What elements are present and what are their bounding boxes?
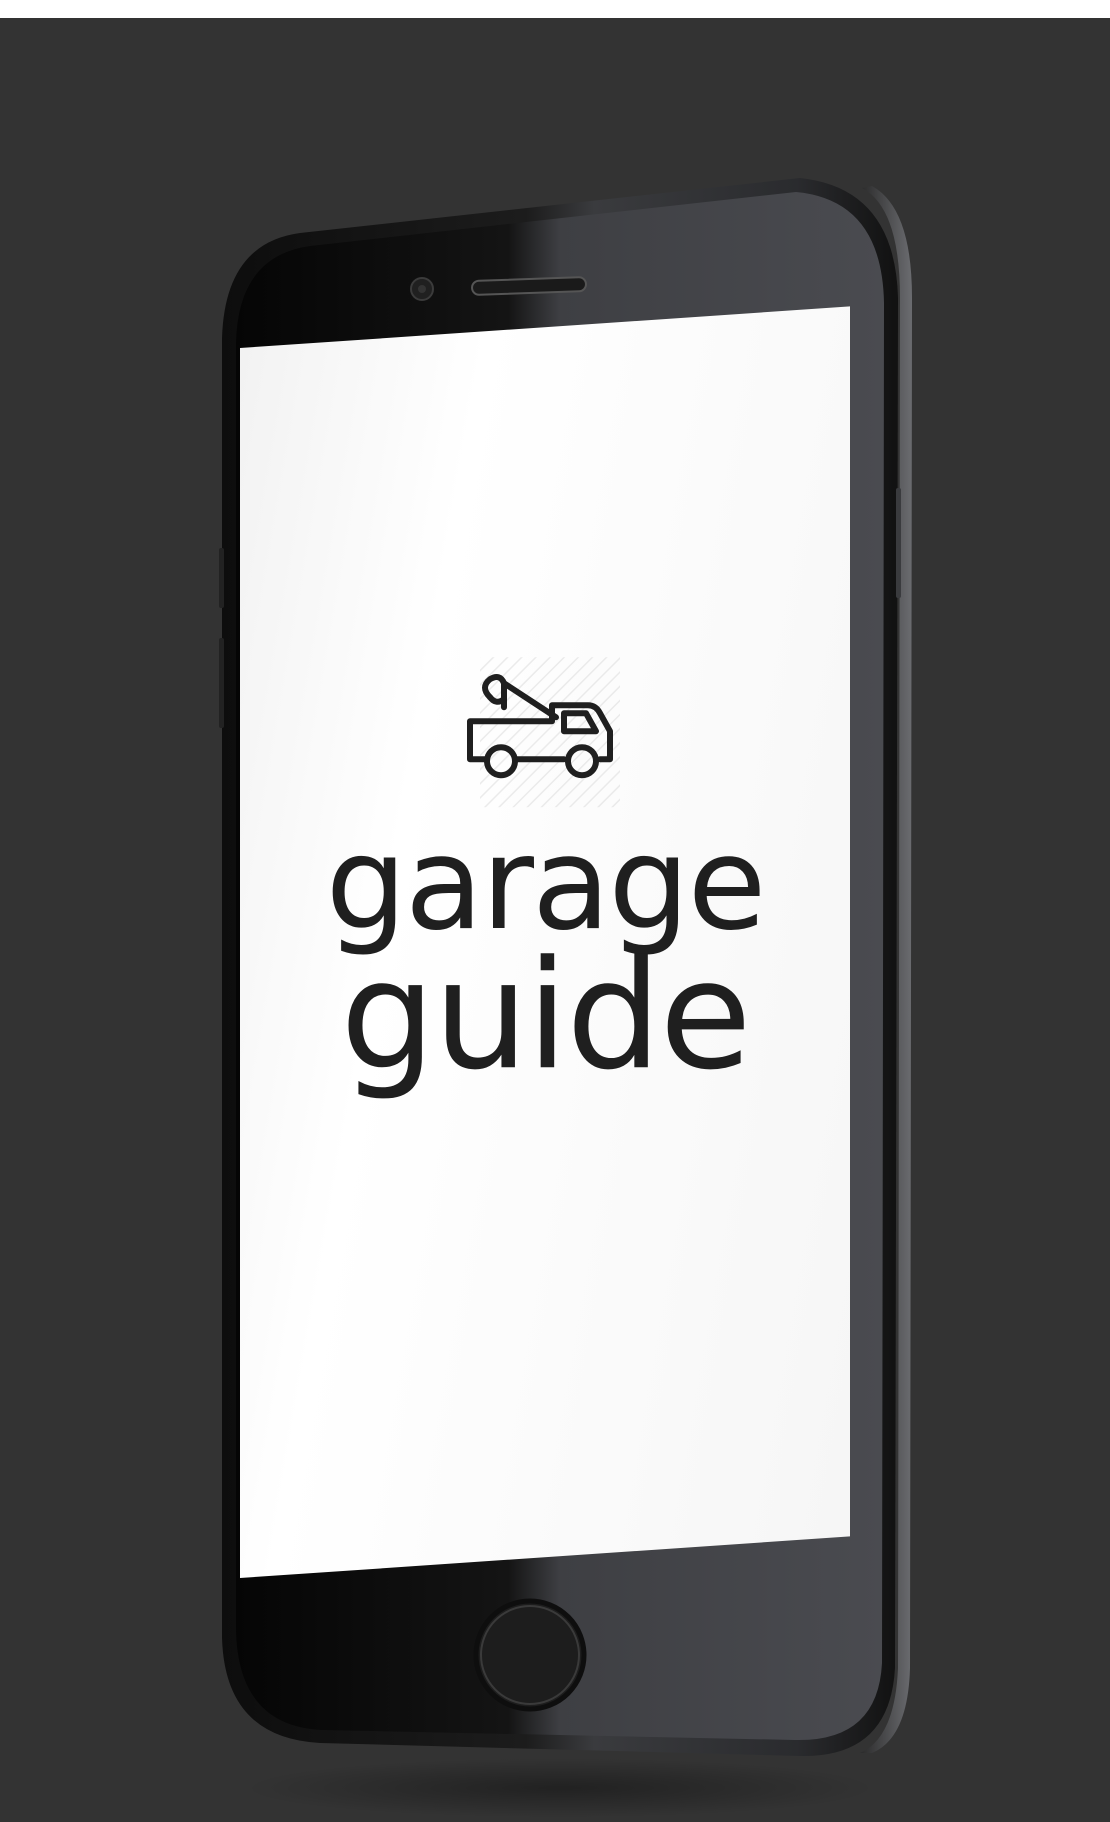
home-button-icon	[473, 1598, 587, 1712]
side-button	[219, 638, 224, 728]
side-button	[896, 488, 901, 598]
side-button	[219, 548, 224, 608]
tow-truck-icon	[467, 657, 620, 808]
mockup-background: garage guide	[0, 18, 1110, 1822]
phone-screen: garage guide	[240, 306, 850, 1579]
earpiece-speaker	[471, 276, 587, 296]
brand-line-2: guide	[340, 929, 750, 1104]
app-logo: garage guide	[240, 647, 850, 1104]
